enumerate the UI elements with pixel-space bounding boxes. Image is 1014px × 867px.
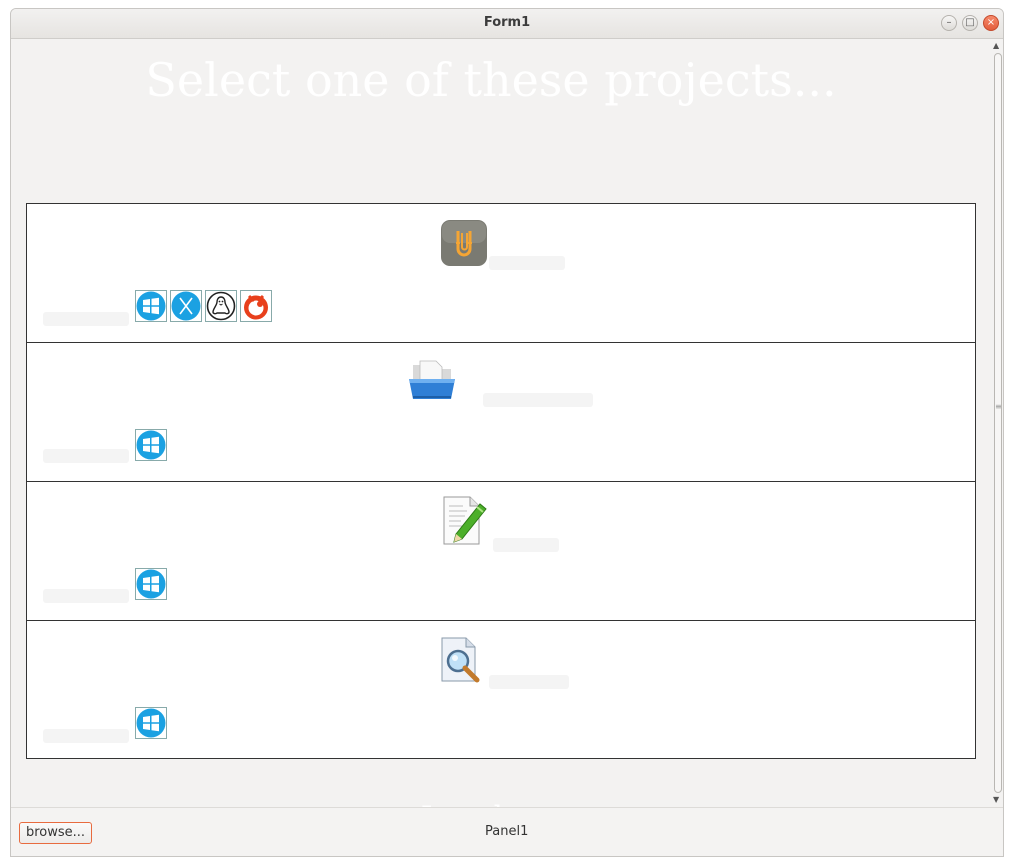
project-desc-ghost bbox=[43, 312, 129, 326]
window-title: Form1 bbox=[483, 15, 531, 30]
project-row[interactable] bbox=[27, 204, 975, 343]
close-button[interactable]: × bbox=[983, 15, 999, 31]
page-heading: Select one of these projects... bbox=[145, 53, 837, 107]
raspberry-pi-icon bbox=[240, 290, 272, 322]
close-icon: × bbox=[986, 17, 996, 28]
minimize-button[interactable]: – bbox=[941, 15, 957, 31]
document-search-icon[interactable] bbox=[438, 635, 490, 687]
windows-icon bbox=[135, 290, 167, 322]
maximize-icon: □ bbox=[965, 17, 975, 28]
panel-label: Panel1 bbox=[485, 824, 529, 839]
scrollbar-thumb[interactable] bbox=[994, 53, 1002, 793]
windows-icon bbox=[135, 568, 167, 600]
platform-icons bbox=[135, 290, 272, 322]
project-title-ghost bbox=[493, 538, 559, 552]
project-row[interactable] bbox=[27, 621, 975, 759]
project-title-ghost bbox=[489, 675, 569, 689]
scroll-down-icon[interactable]: ▼ bbox=[993, 795, 999, 804]
vertical-scrollbar[interactable]: ▲ ≡ ▼ bbox=[991, 39, 1003, 807]
grip-icon: ≡ bbox=[995, 402, 1002, 411]
scroll-content: Select one of these projects... bbox=[11, 39, 991, 833]
bottom-panel: browse... Panel1 bbox=[11, 807, 1003, 856]
project-list bbox=[26, 203, 976, 759]
document-edit-icon[interactable] bbox=[440, 494, 492, 546]
browse-button[interactable]: browse... bbox=[19, 822, 93, 844]
platform-icons bbox=[135, 568, 167, 600]
castle-u-app-icon[interactable] bbox=[440, 219, 492, 271]
platform-icons bbox=[135, 707, 167, 739]
project-row[interactable] bbox=[27, 343, 975, 482]
project-title-ghost bbox=[489, 256, 565, 270]
open-folder-icon[interactable] bbox=[407, 359, 459, 411]
scroll-up-icon[interactable]: ▲ bbox=[993, 41, 999, 50]
project-desc-ghost bbox=[43, 589, 129, 603]
project-title-ghost bbox=[483, 393, 593, 407]
title-bar[interactable]: Form1 – □ × bbox=[11, 9, 1003, 39]
windows-icon bbox=[135, 429, 167, 461]
minimize-icon: – bbox=[946, 17, 952, 28]
project-desc-ghost bbox=[43, 449, 129, 463]
project-desc-ghost bbox=[43, 729, 129, 743]
windows-icon bbox=[135, 707, 167, 739]
app-window: Form1 – □ × Select one of these projects… bbox=[10, 8, 1004, 857]
project-row[interactable] bbox=[27, 482, 975, 621]
platform-icons bbox=[135, 429, 167, 461]
maximize-button[interactable]: □ bbox=[962, 15, 978, 31]
linux-tux-icon bbox=[205, 290, 237, 322]
macos-x-icon bbox=[170, 290, 202, 322]
